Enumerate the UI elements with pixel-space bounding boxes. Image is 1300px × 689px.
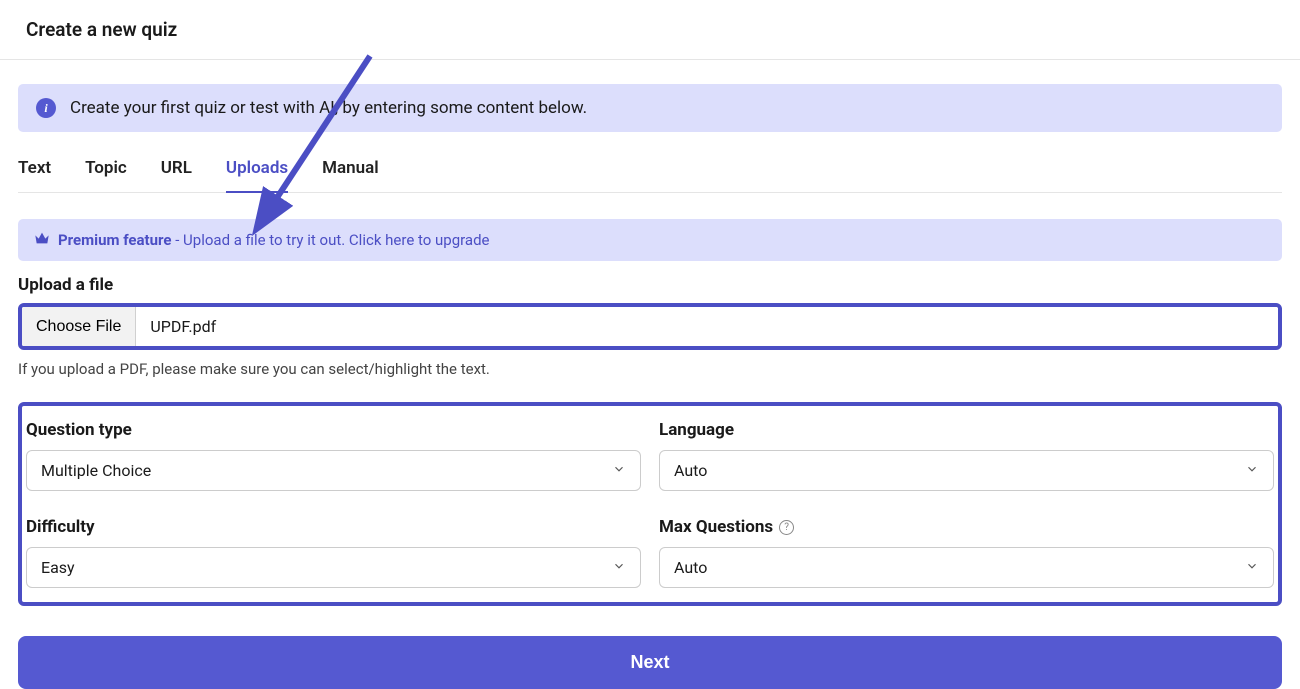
info-banner: i Create your first quiz or test with AI… <box>18 84 1282 132</box>
upload-hint: If you upload a PDF, please make sure yo… <box>18 360 1282 378</box>
next-button[interactable]: Next <box>18 636 1282 689</box>
chevron-down-icon <box>612 558 626 577</box>
premium-upgrade-text: - Upload a file to try it out. Click her… <box>171 231 489 249</box>
language-select[interactable]: Auto <box>659 450 1274 491</box>
options-highlight: Question type Multiple Choice Language A… <box>18 402 1282 606</box>
info-icon: i <box>36 98 56 118</box>
info-banner-text: Create your first quiz or test with AI, … <box>70 98 587 118</box>
chevron-down-icon <box>1245 461 1259 480</box>
field-difficulty: Difficulty Easy <box>26 517 641 588</box>
max-questions-label-text: Max Questions <box>659 517 773 537</box>
field-language: Language Auto <box>659 420 1274 491</box>
file-input-highlight: Choose File UPDF.pdf <box>18 303 1282 350</box>
file-input-row: Choose File UPDF.pdf <box>22 307 1278 346</box>
max-questions-select[interactable]: Auto <box>659 547 1274 588</box>
field-question-type: Question type Multiple Choice <box>26 420 641 491</box>
crown-icon <box>34 231 50 249</box>
question-type-value: Multiple Choice <box>41 461 151 480</box>
chosen-file-name: UPDF.pdf <box>136 307 1278 346</box>
upload-label: Upload a file <box>18 275 1282 295</box>
choose-file-button[interactable]: Choose File <box>22 307 136 346</box>
max-questions-label: Max Questions ? <box>659 517 1274 537</box>
tab-url[interactable]: URL <box>161 148 192 192</box>
main-container: i Create your first quiz or test with AI… <box>0 84 1300 689</box>
language-label: Language <box>659 420 1274 440</box>
max-questions-value: Auto <box>674 558 707 577</box>
tab-text[interactable]: Text <box>18 148 51 192</box>
difficulty-label: Difficulty <box>26 517 641 537</box>
tab-uploads[interactable]: Uploads <box>226 148 288 192</box>
difficulty-value: Easy <box>41 558 75 577</box>
difficulty-select[interactable]: Easy <box>26 547 641 588</box>
question-type-select[interactable]: Multiple Choice <box>26 450 641 491</box>
tabs-bar: Text Topic URL Uploads Manual <box>18 148 1282 193</box>
page-header: Create a new quiz <box>0 0 1300 60</box>
annotation-arrow <box>220 46 400 246</box>
tab-topic[interactable]: Topic <box>85 148 127 192</box>
premium-banner[interactable]: Premium feature - Upload a file to try i… <box>18 219 1282 261</box>
options-grid: Question type Multiple Choice Language A… <box>24 416 1276 592</box>
premium-feature-label: Premium feature <box>58 231 171 249</box>
help-icon[interactable]: ? <box>779 520 794 535</box>
chevron-down-icon <box>1245 558 1259 577</box>
field-max-questions: Max Questions ? Auto <box>659 517 1274 588</box>
page-title: Create a new quiz <box>26 18 1274 41</box>
chevron-down-icon <box>612 461 626 480</box>
question-type-label: Question type <box>26 420 641 440</box>
tab-manual[interactable]: Manual <box>322 148 379 192</box>
language-value: Auto <box>674 461 707 480</box>
